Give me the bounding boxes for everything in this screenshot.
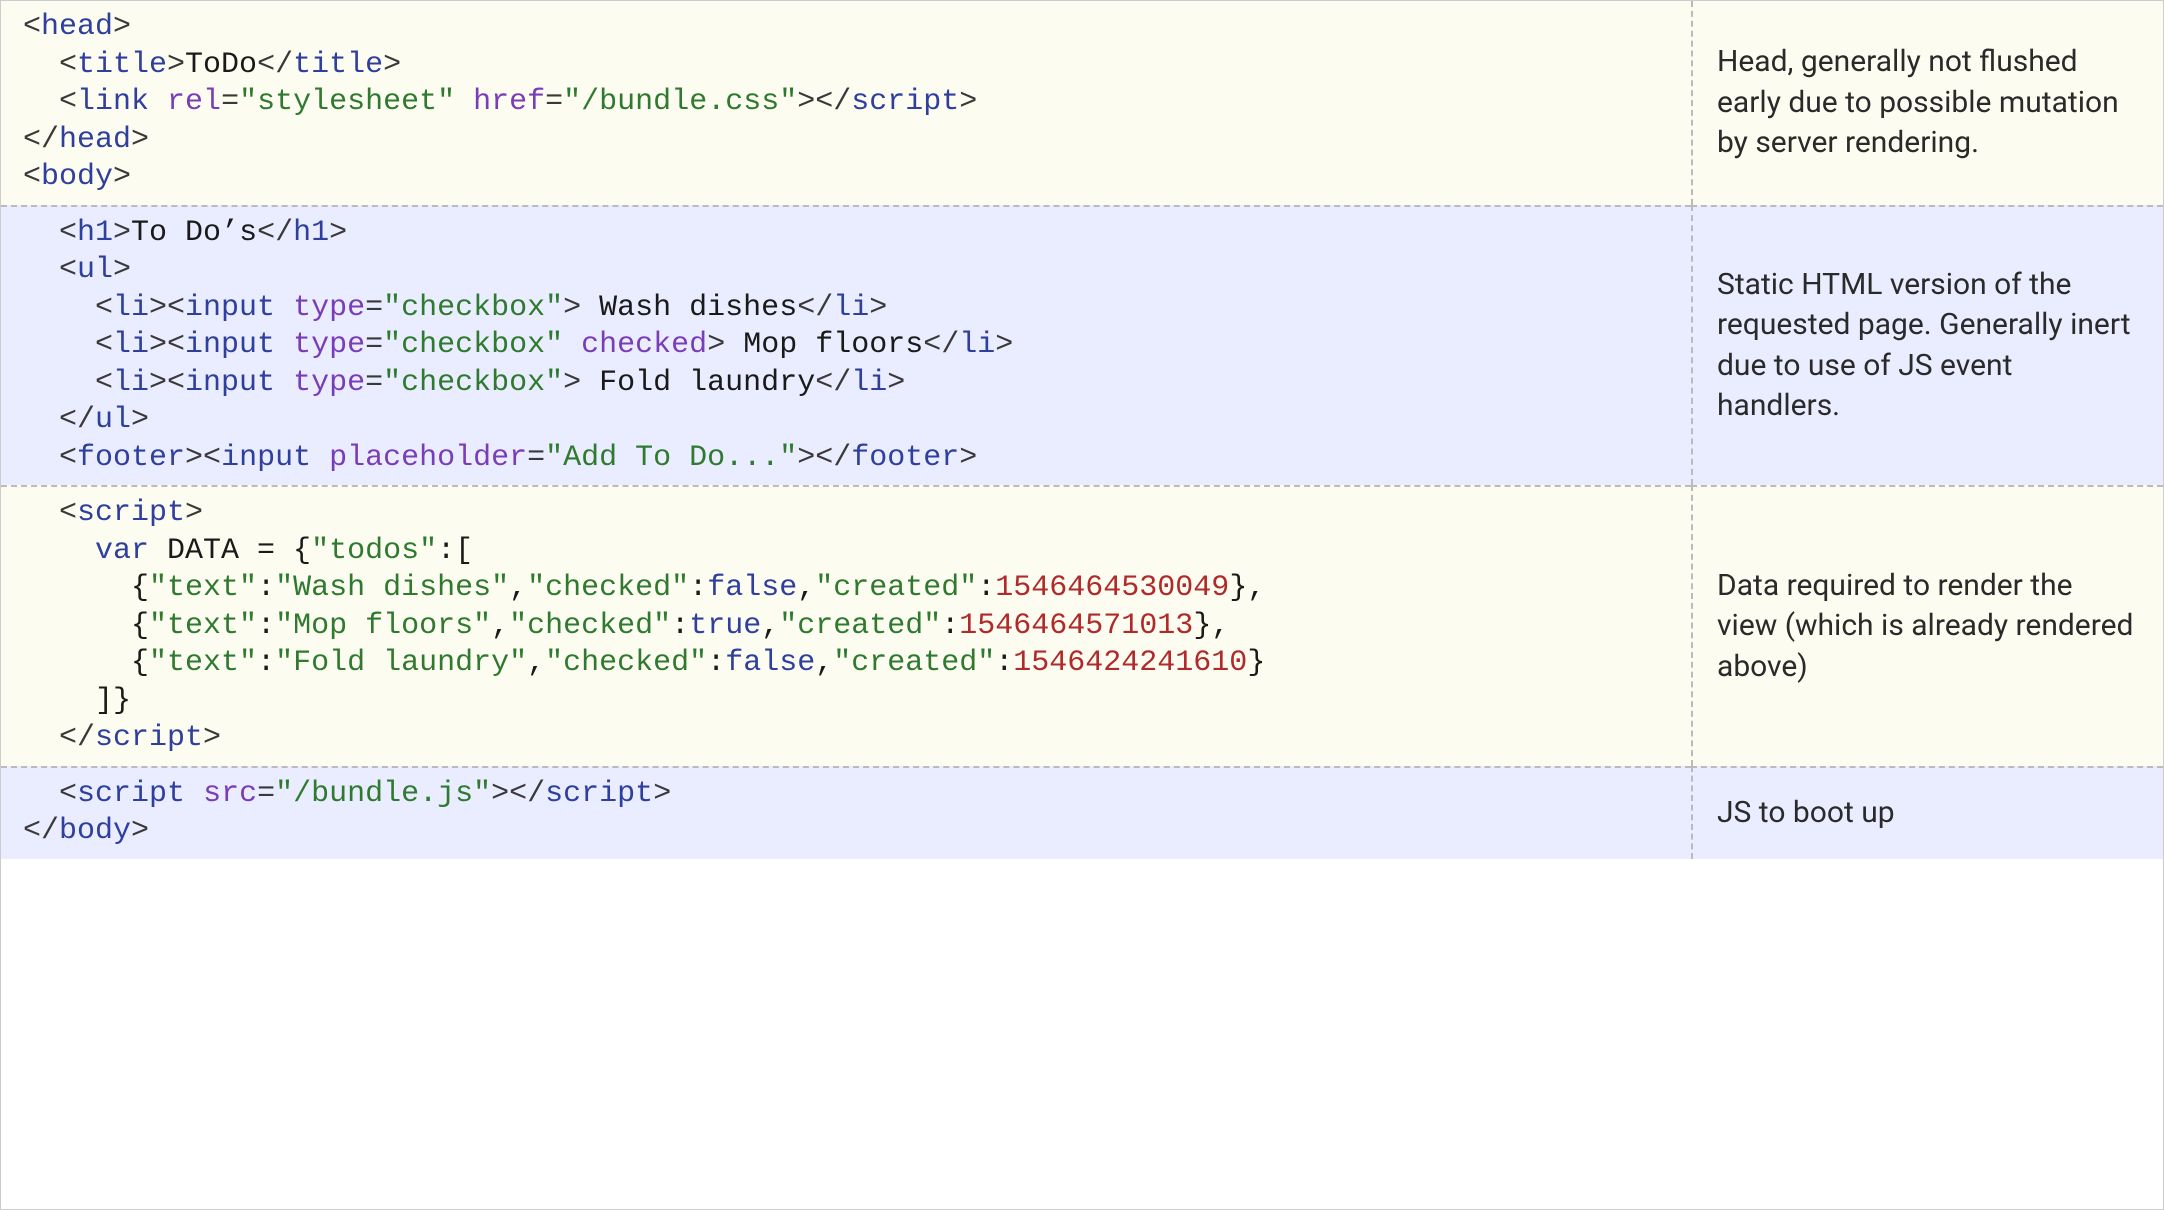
code-line: ]} [23,683,1669,721]
annotation-text: Data required to render the view (which … [1691,485,2163,766]
code-line: <li><input type="checkbox"> Fold laundry… [23,365,1669,403]
annotated-code-diagram: <head> <title>ToDo</title> <link rel="st… [0,0,2164,1210]
code-line: <script src="/bundle.js"></script> [23,776,1669,814]
code-line: {"text":"Wash dishes","checked":false,"c… [23,570,1669,608]
code-block: <script src="/bundle.js"></script></body… [1,766,1691,859]
diagram-row: <script> var DATA = {"todos":[ {"text":"… [1,485,2163,766]
code-line: </head> [23,122,1669,160]
code-block: <h1>To Do’s</h1> <ul> <li><input type="c… [1,205,1691,486]
code-line: <ul> [23,252,1669,290]
diagram-row: <script src="/bundle.js"></script></body… [1,766,2163,859]
diagram-row: <h1>To Do’s</h1> <ul> <li><input type="c… [1,205,2163,486]
code-line: </script> [23,720,1669,758]
code-line: <h1>To Do’s</h1> [23,215,1669,253]
code-line: <li><input type="checkbox"> Wash dishes<… [23,290,1669,328]
annotation-text: Head, generally not flushed early due to… [1691,1,2163,205]
code-line: {"text":"Mop floors","checked":true,"cre… [23,608,1669,646]
code-line: <body> [23,159,1669,197]
code-line: <title>ToDo</title> [23,47,1669,85]
code-line: </ul> [23,402,1669,440]
code-line: </body> [23,813,1669,851]
code-block: <script> var DATA = {"todos":[ {"text":"… [1,485,1691,766]
code-block: <head> <title>ToDo</title> <link rel="st… [1,1,1691,205]
code-line: <link rel="stylesheet" href="/bundle.css… [23,84,1669,122]
code-line: {"text":"Fold laundry","checked":false,"… [23,645,1669,683]
annotation-text: Static HTML version of the requested pag… [1691,205,2163,486]
code-line: <script> [23,495,1669,533]
code-line: <footer><input placeholder="Add To Do...… [23,440,1669,478]
annotation-text: JS to boot up [1691,766,2163,859]
code-line: <li><input type="checkbox" checked> Mop … [23,327,1669,365]
code-line: var DATA = {"todos":[ [23,533,1669,571]
diagram-row: <head> <title>ToDo</title> <link rel="st… [1,1,2163,205]
code-line: <head> [23,9,1669,47]
